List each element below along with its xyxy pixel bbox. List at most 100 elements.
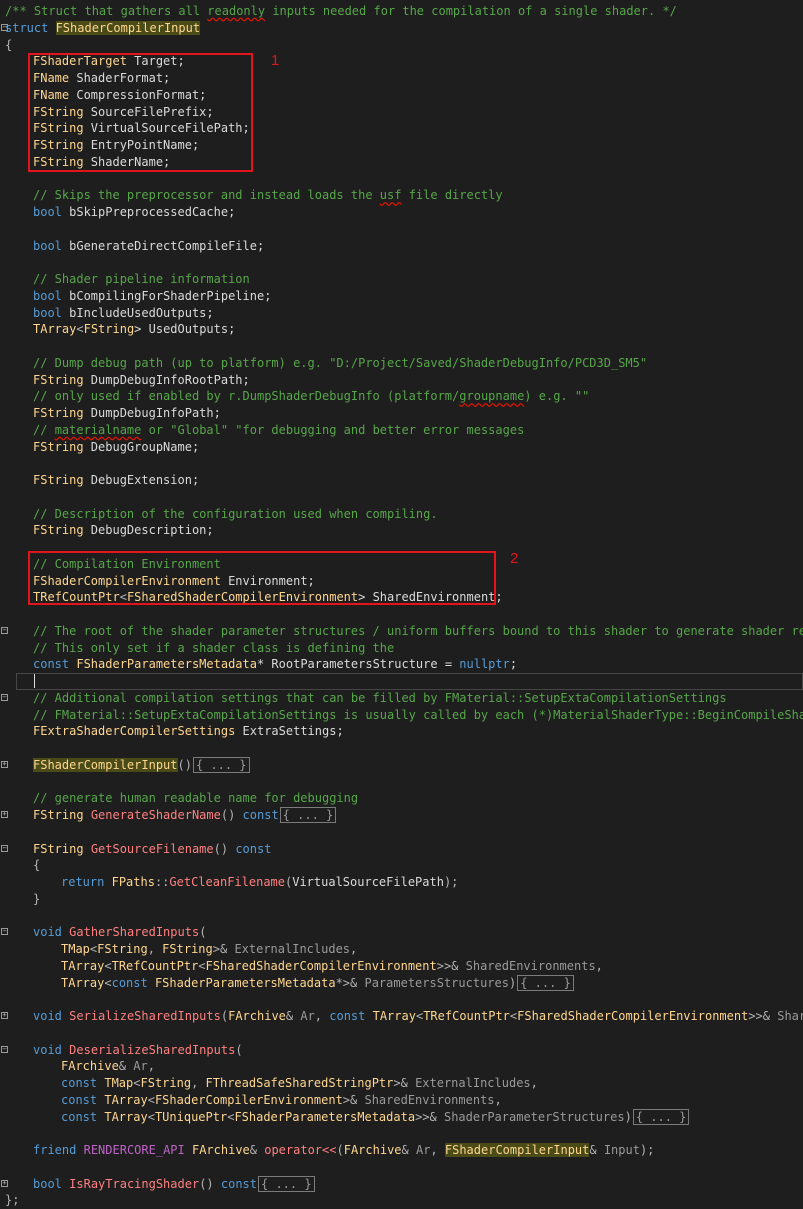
- code-line[interactable]: bool bCompilingForShaderPipeline;: [0, 288, 803, 305]
- code-line[interactable]: − void DeserializeSharedInputs(: [0, 1042, 803, 1059]
- code-line[interactable]: // Description of the configuration used…: [0, 506, 803, 523]
- collapse-icon[interactable]: −: [1, 928, 8, 936]
- code-line[interactable]: FString DebugExtension;: [0, 472, 803, 489]
- code-token: friend: [33, 1143, 77, 1157]
- code-text: }: [33, 891, 40, 908]
- code-line[interactable]: FString DumpDebugInfoRootPath;: [0, 372, 803, 389]
- code-line[interactable]: // generate human readable name for debu…: [0, 790, 803, 807]
- code-line[interactable]: FString DebugGroupName;: [0, 439, 803, 456]
- expand-icon[interactable]: +: [1, 760, 8, 768]
- code-line[interactable]: {: [0, 857, 803, 874]
- code-line[interactable]: // FMaterial::SetupExtaCompilationSettin…: [0, 707, 803, 724]
- code-line[interactable]: [0, 673, 803, 690]
- code-line[interactable]: + FShaderCompilerInput(){ ... }: [0, 756, 803, 774]
- code-line[interactable]: − // Additional compilation settings that…: [0, 690, 803, 707]
- code-line[interactable]: // Shader pipeline information: [0, 271, 803, 288]
- code-line[interactable]: // Dump debug path (up to platform) e.g.…: [0, 355, 803, 372]
- code-text: bool bGenerateDirectCompileFile;: [33, 238, 264, 255]
- collapse-icon[interactable]: −: [1, 626, 8, 634]
- code-line[interactable]: [0, 171, 803, 188]
- code-line[interactable]: − void GatherSharedInputs(: [0, 924, 803, 941]
- code-line[interactable]: [0, 1025, 803, 1042]
- code-line[interactable]: − FString GetSourceFilename() const: [0, 841, 803, 858]
- collapsed-block[interactable]: { ... }: [517, 974, 574, 991]
- gutter: [0, 1142, 10, 1159]
- code-line[interactable]: FString DumpDebugInfoPath;: [0, 405, 803, 422]
- code-line[interactable]: [0, 254, 803, 271]
- code-line[interactable]: FArchive& Ar,: [0, 1058, 803, 1075]
- code-line[interactable]: const TArray<FShaderCompilerEnvironment>…: [0, 1092, 803, 1109]
- code-line[interactable]: const TMap<FString, FThreadSafeSharedStr…: [0, 1075, 803, 1092]
- code-line[interactable]: + void SerializeSharedInputs(FArchive& Ar…: [0, 1008, 803, 1025]
- code-line[interactable]: };: [0, 1192, 803, 1209]
- collapsed-block[interactable]: { ... }: [632, 1108, 690, 1125]
- code-line[interactable]: bool bIncludeUsedOutputs;: [0, 305, 803, 322]
- code-line[interactable]: [0, 221, 803, 238]
- code-token: ): [508, 975, 517, 990]
- code-line[interactable]: [0, 908, 803, 925]
- code-editor[interactable]: /** Struct that gathers all readonly inp…: [0, 3, 803, 1209]
- collapsed-block[interactable]: { ... }: [258, 1175, 315, 1192]
- code-line[interactable]: /** Struct that gathers all readonly inp…: [0, 3, 803, 20]
- code-text: // Dump debug path (up to platform) e.g.…: [33, 355, 647, 372]
- code-line[interactable]: // only used if enabled by r.DumpShaderD…: [0, 388, 803, 405]
- code-line[interactable]: TMap<FString, FString>& ExternalIncludes…: [0, 941, 803, 958]
- code-line[interactable]: // materialname or "Global" "for debuggi…: [0, 422, 803, 439]
- code-token: >&: [393, 1076, 416, 1090]
- collapse-icon[interactable]: −: [1, 1045, 8, 1053]
- code-line[interactable]: [0, 1125, 803, 1142]
- code-line[interactable]: // This only set if a shader class is de…: [0, 640, 803, 657]
- code-token: bool: [33, 1176, 62, 1191]
- code-line[interactable]: TArray<FString> UsedOutputs;: [0, 321, 803, 338]
- code-line[interactable]: [0, 774, 803, 791]
- code-line[interactable]: [0, 824, 803, 841]
- collapse-icon[interactable]: −: [1, 844, 8, 852]
- gutter: [0, 70, 10, 87]
- code-text: // generate human readable name for debu…: [33, 790, 358, 807]
- code-token: GetCleanFilename: [169, 875, 285, 889]
- collapsed-block[interactable]: { ... }: [192, 756, 250, 773]
- code-line[interactable]: [0, 489, 803, 506]
- code-line[interactable]: {: [0, 37, 803, 54]
- collapse-icon[interactable]: −: [1, 693, 8, 701]
- collapsed-block[interactable]: { ... }: [279, 807, 337, 823]
- code-line[interactable]: − struct FShaderCompilerInput: [0, 20, 803, 37]
- code-token: );: [443, 875, 459, 889]
- code-line[interactable]: TArray<const FShaderParametersMetadata*>…: [0, 974, 803, 992]
- gutter: [0, 455, 10, 472]
- code-text: void DeserializeSharedInputs(: [33, 1042, 243, 1059]
- code-line[interactable]: const TArray<TUniquePtr<FShaderParameter…: [0, 1108, 803, 1126]
- code-token: //: [33, 422, 55, 437]
- code-line[interactable]: }: [0, 891, 803, 908]
- expand-icon[interactable]: +: [1, 1012, 8, 1019]
- code-line[interactable]: [0, 606, 803, 623]
- code-line[interactable]: [0, 991, 803, 1008]
- code-token: FShaderCompilerInput: [33, 757, 178, 772]
- code-token: <: [133, 1076, 141, 1090]
- code-line[interactable]: + FString GenerateShaderName() const{ ...…: [0, 807, 803, 824]
- code-line[interactable]: return FPaths::GetCleanFilename(VirtualS…: [0, 874, 803, 891]
- code-line[interactable]: friend RENDERCORE_API FArchive& operator…: [0, 1142, 803, 1159]
- code-line[interactable]: [0, 455, 803, 472]
- code-token: (: [336, 1143, 344, 1157]
- gutter: [0, 338, 10, 355]
- code-line[interactable]: bool bGenerateDirectCompileFile;: [0, 238, 803, 255]
- expand-icon[interactable]: +: [1, 811, 8, 818]
- code-line[interactable]: [0, 1159, 803, 1176]
- code-line[interactable]: [0, 338, 803, 355]
- code-line[interactable]: const FShaderParametersMetadata* RootPar…: [0, 656, 803, 673]
- code-token: FSharedShaderCompilerEnvironment: [205, 958, 437, 973]
- code-line[interactable]: − // The root of the shader parameter str…: [0, 623, 803, 640]
- code-token: FString: [33, 372, 84, 387]
- code-token: nullptr: [459, 657, 510, 672]
- code-line[interactable]: // Skips the preprocessor and instead lo…: [0, 187, 803, 204]
- code-line[interactable]: + bool IsRayTracingShader() const{ ... }: [0, 1175, 803, 1193]
- expand-icon[interactable]: +: [1, 1179, 8, 1187]
- code-line[interactable]: TArray<TRefCountPtr<FSharedShaderCompile…: [0, 958, 803, 975]
- code-token: usf: [379, 188, 402, 203]
- code-line[interactable]: FString DebugDescription;: [0, 522, 803, 539]
- code-line[interactable]: [0, 740, 803, 757]
- code-line[interactable]: FExtraShaderCompilerSettings ExtraSettin…: [0, 723, 803, 740]
- code-line[interactable]: bool bSkipPreprocessedCache;: [0, 204, 803, 221]
- code-text: /** Struct that gathers all readonly inp…: [5, 3, 677, 20]
